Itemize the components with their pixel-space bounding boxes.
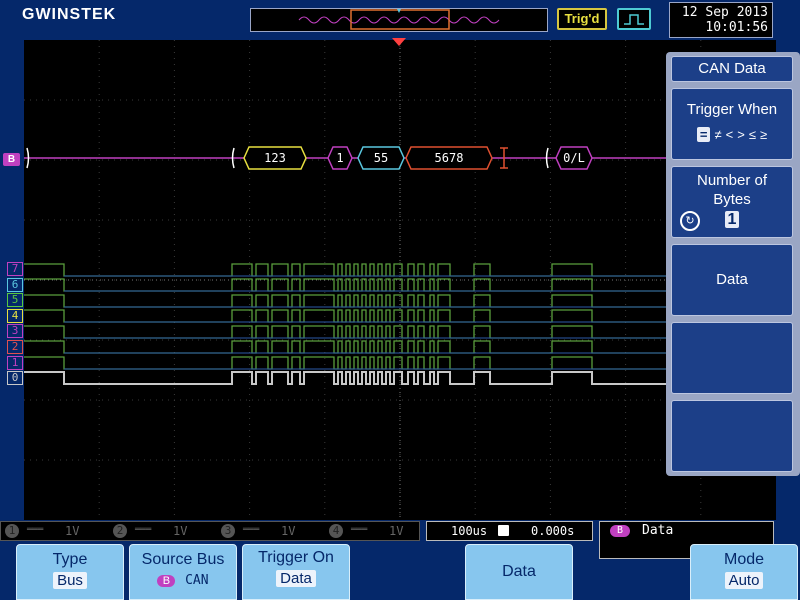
bus-frame-label-4: 0/L	[563, 151, 585, 165]
digital-label-d2: 2	[7, 340, 23, 354]
digital-label-d0: 0	[7, 371, 23, 386]
date-text: 12 Sep 2013	[681, 5, 768, 20]
bus-b-badge: B	[610, 525, 630, 537]
dc-coupling-icon: ═══	[351, 525, 368, 535]
channel-status-strip: 1 ═══ 1V 2 ═══ 1V 3 ═══ 1V 4 ═══ 1V	[0, 521, 420, 541]
digital-label-d4: 4	[7, 308, 23, 323]
bus-frame-label-3: 5678	[435, 151, 464, 165]
digital-label-d1: 1	[7, 355, 23, 370]
source-bus-badge: B	[157, 575, 176, 587]
timebase-scale: 100us	[451, 524, 488, 538]
trigger-when-button[interactable]: Trigger When = ≠ < > ≤ ≥	[671, 88, 793, 160]
analog-channel-number-4[interactable]: 4	[329, 524, 343, 538]
trigger-when-option-0[interactable]: =	[696, 127, 711, 142]
dc-coupling-icon: ═══	[243, 525, 260, 535]
analog-channel-number-3[interactable]: 3	[221, 524, 235, 538]
trigger-when-option-3[interactable]: >	[737, 127, 745, 142]
bus-status-label: Data	[642, 523, 674, 538]
gwinstek-logo: GWINSTEK	[22, 6, 117, 23]
analog-channel-number-2[interactable]: 2	[113, 524, 127, 538]
source-bus-button[interactable]: Source Bus B CAN	[129, 544, 237, 600]
mode-button[interactable]: Mode Auto	[690, 544, 798, 600]
analog-channel-number-1[interactable]: 1	[5, 524, 19, 538]
trigger-when-option-5[interactable]: ≥	[760, 127, 767, 142]
dc-coupling-icon: ═══	[27, 525, 44, 535]
digital-label-d3: 3	[7, 324, 23, 339]
bus-b-marker: B	[3, 153, 20, 166]
datetime-display: 12 Sep 2013 10:01:56	[669, 2, 773, 38]
trigger-when-option-4[interactable]: ≤	[749, 127, 756, 142]
can-data-title: CAN Data	[671, 56, 793, 82]
analog-channel-scale-3: 1V	[281, 524, 296, 538]
trigger-when-option-1[interactable]: ≠	[714, 127, 721, 142]
source-bus-value: CAN	[185, 573, 209, 588]
side-menu: CAN Data Trigger When = ≠ < > ≤ ≥ Number of B…	[666, 52, 800, 476]
number-of-bytes-button[interactable]: Number of Bytes ↻ 1	[671, 166, 793, 238]
bus-frame-label-1: 1	[336, 151, 343, 165]
side-menu-empty-6[interactable]	[671, 400, 793, 472]
data-bottom-button[interactable]: Data	[465, 544, 573, 600]
digital-label-d6: 6	[7, 277, 23, 292]
overview-waveform	[298, 9, 500, 30]
timebase-status: 100us 0.000s	[426, 521, 593, 541]
side-menu-empty-5[interactable]	[671, 322, 793, 394]
dc-coupling-icon: ═══	[135, 525, 152, 535]
analog-channel-scale-4: 1V	[389, 524, 404, 538]
rotate-knob-icon: ↻	[680, 211, 700, 231]
memory-overview-bar	[250, 8, 548, 32]
waveform-display[interactable]: 123 1 55 5678 0/L	[24, 40, 776, 520]
analog-channel-scale-1: 1V	[65, 524, 80, 538]
disk-icon	[498, 525, 509, 536]
trigger-on-button[interactable]: Trigger On Data	[242, 544, 350, 600]
type-button[interactable]: Type Bus	[16, 544, 124, 600]
analog-channel-scale-2: 1V	[173, 524, 188, 538]
number-of-bytes-value: 1	[724, 211, 740, 228]
trigger-edge-icon	[617, 8, 651, 30]
data-button[interactable]: Data	[671, 244, 793, 316]
trigger-when-options: = ≠ < > ≤ ≥	[672, 126, 792, 144]
time-text: 10:01:56	[705, 20, 768, 35]
trigger-position-marker	[392, 38, 406, 46]
trigger-status-badge: Trig'd	[557, 8, 607, 30]
timebase-position: 0.000s	[531, 524, 575, 538]
digital-label-d5: 5	[7, 293, 23, 308]
digital-label-d7: 7	[7, 262, 23, 276]
bus-frame-label-2: 55	[374, 151, 388, 165]
bus-frame-label-0: 123	[264, 151, 286, 165]
trigger-when-option-2[interactable]: <	[726, 127, 734, 142]
